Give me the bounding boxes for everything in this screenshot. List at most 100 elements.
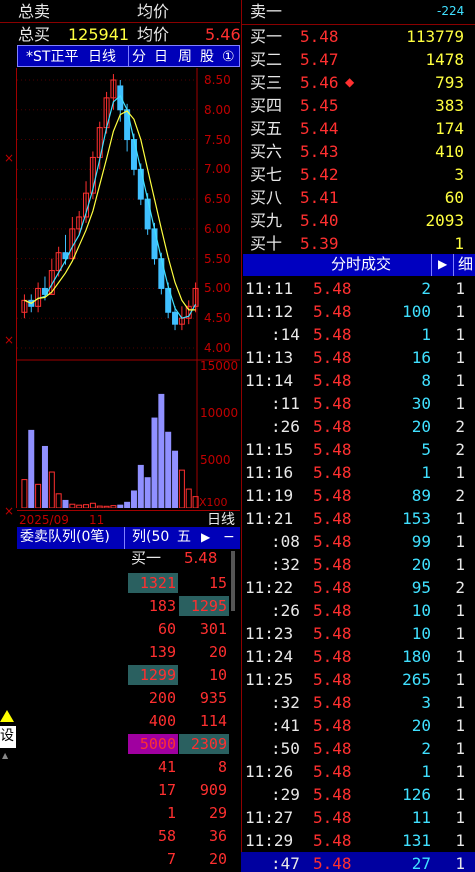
buy-level-row[interactable]: 买十 5.39 1 [242, 232, 475, 255]
trade-row[interactable]: :26 5.48 20 2 [241, 415, 475, 438]
trade-time: :47 [271, 854, 300, 872]
volume-bar [185, 488, 192, 508]
trade-row[interactable]: 11:25 5.48 265 1 [241, 668, 475, 691]
trade-row[interactable]: 11:11 5.48 2 1 [241, 277, 475, 300]
trade-time: 11:12 [245, 302, 294, 321]
queue-btn-wu[interactable]: 五 [177, 530, 191, 544]
queue-cell: 36 [208, 827, 227, 845]
trade-row[interactable]: 11:22 5.48 95 2 [241, 576, 475, 599]
trade-count: 1 [455, 348, 465, 367]
tab-fen[interactable]: 分 [132, 48, 146, 66]
trade-volume: 3 [421, 693, 431, 712]
trade-row[interactable]: :32 5.48 3 1 [241, 691, 475, 714]
trade-row[interactable]: :14 5.48 1 1 [241, 323, 475, 346]
trade-time: 11:27 [245, 808, 294, 827]
buy-level-row[interactable]: 买八 5.41 60 [242, 186, 475, 209]
buy-level-row[interactable]: 买六 5.43 410 [242, 140, 475, 163]
trade-volume: 30 [411, 394, 431, 413]
trade-row[interactable]: 11:12 5.48 100 1 [241, 300, 475, 323]
trade-count: 1 [455, 831, 465, 850]
trade-row[interactable]: 11:16 5.48 1 1 [241, 461, 475, 484]
volume-bar [110, 505, 117, 508]
trade-row[interactable]: 11:21 5.48 153 1 [241, 507, 475, 530]
volume-tick-label: 15000 [200, 359, 239, 373]
queue-right-title[interactable]: 列(50 [132, 530, 169, 544]
trade-price: 5.48 [313, 831, 352, 850]
trade-price: 5.48 [313, 440, 352, 459]
total-sell-label: 总卖 [18, 2, 51, 21]
info-icon[interactable]: ① [222, 48, 235, 66]
trade-row[interactable]: 11:27 5.48 11 1 [241, 806, 475, 829]
trade-row[interactable]: :32 5.48 20 1 [241, 553, 475, 576]
trade-row[interactable]: 11:14 5.48 8 1 [241, 369, 475, 392]
trade-row[interactable]: :26 5.48 10 1 [241, 599, 475, 622]
trade-price: 5.48 [313, 302, 352, 321]
trade-row[interactable]: 11:19 5.48 89 2 [241, 484, 475, 507]
buy-level-row[interactable]: 买五 5.44 174 [242, 117, 475, 140]
buy-level-row[interactable]: 买一 5.48 113779 [242, 25, 475, 48]
trade-count: 1 [455, 716, 465, 735]
volume-bar [144, 477, 151, 508]
queue-cell: 5000 [128, 734, 178, 754]
trade-row[interactable]: 11:23 5.48 10 1 [241, 622, 475, 645]
trade-row[interactable]: :29 5.48 126 1 [241, 783, 475, 806]
price-tick-label: 5.50 [204, 251, 231, 266]
trade-row[interactable]: :11 5.48 30 1 [241, 392, 475, 415]
trade-volume: 16 [411, 348, 431, 367]
sell1-label: 卖一 [250, 2, 283, 21]
trade-volume: 1 [421, 325, 431, 344]
trade-time: 11:14 [245, 371, 294, 390]
trade-price: 5.48 [313, 624, 352, 643]
trade-row[interactable]: :41 5.48 20 1 [241, 714, 475, 737]
stock-name-tab[interactable]: *ST正平 [26, 48, 78, 66]
queue-title[interactable]: 委卖队列(0笔) [20, 530, 110, 544]
trade-price: 5.48 [313, 601, 352, 620]
trade-row[interactable]: :08 5.48 99 1 [241, 530, 475, 553]
tab-gu[interactable]: 股 [200, 48, 214, 66]
trade-count: 1 [455, 302, 465, 321]
minus-icon[interactable]: − [223, 530, 235, 544]
buy-level-row[interactable]: 买九 5.40 2093 [242, 209, 475, 232]
trade-price: 5.48 [313, 532, 352, 551]
trade-row[interactable]: 11:15 5.48 5 2 [241, 438, 475, 461]
trades-scrollbar[interactable] [466, 277, 474, 872]
queue-cell: 10 [208, 666, 227, 684]
trade-price: 5.48 [313, 417, 352, 436]
queue-cell: 29 [208, 804, 227, 822]
trade-price: 5.48 [313, 555, 352, 574]
trades-play-icon[interactable]: ▶ [438, 258, 447, 270]
trade-row[interactable]: 11:29 5.48 131 1 [241, 829, 475, 852]
trade-row[interactable]: 11:26 5.48 1 1 [241, 760, 475, 783]
date-label-2: 11 [89, 513, 105, 527]
volume-bar [124, 501, 131, 508]
trade-time: 11:26 [245, 762, 294, 781]
trades-title[interactable]: 分时成交 [331, 257, 391, 272]
queue-cell: 58 [157, 827, 176, 845]
tab-ri[interactable]: 日 [154, 48, 168, 66]
trade-time: 11:11 [245, 279, 294, 298]
trade-row[interactable]: 11:24 5.48 180 1 [241, 645, 475, 668]
buy-level-row[interactable]: 买二 5.47 1478 [242, 48, 475, 71]
buy-level-row[interactable]: 买七 5.42 3 [242, 163, 475, 186]
scroll-up-icon[interactable]: ▲ [2, 752, 8, 760]
settings-tab[interactable]: 设 [0, 726, 16, 748]
tab-zhou[interactable]: 周 [178, 48, 192, 66]
queue-cell: 8 [217, 758, 227, 776]
play-icon[interactable]: ▶ [201, 531, 210, 543]
left-scrollbar[interactable]: ▲ [2, 752, 12, 872]
queue-cell: 301 [199, 620, 227, 638]
candle-body [158, 258, 165, 289]
trade-row[interactable]: :50 5.48 2 1 [241, 737, 475, 760]
period-tab[interactable]: 日线 [88, 48, 116, 66]
buy-level-row[interactable]: 买四 5.45 383 [242, 94, 475, 117]
buy-level-row[interactable]: 买三 5.46 793 ◆ [242, 71, 475, 94]
volume-bar [76, 504, 83, 508]
trade-time: 11:15 [245, 440, 294, 459]
trades-detail-button[interactable]: 细 [458, 257, 473, 272]
volume-bar [137, 464, 144, 508]
trade-count: 1 [455, 647, 465, 666]
trade-row[interactable]: :47 5.48 27 1 [241, 852, 475, 872]
volume-bar [48, 471, 55, 508]
trade-row[interactable]: 11:13 5.48 16 1 [241, 346, 475, 369]
queue-scrollbar[interactable] [228, 549, 238, 872]
